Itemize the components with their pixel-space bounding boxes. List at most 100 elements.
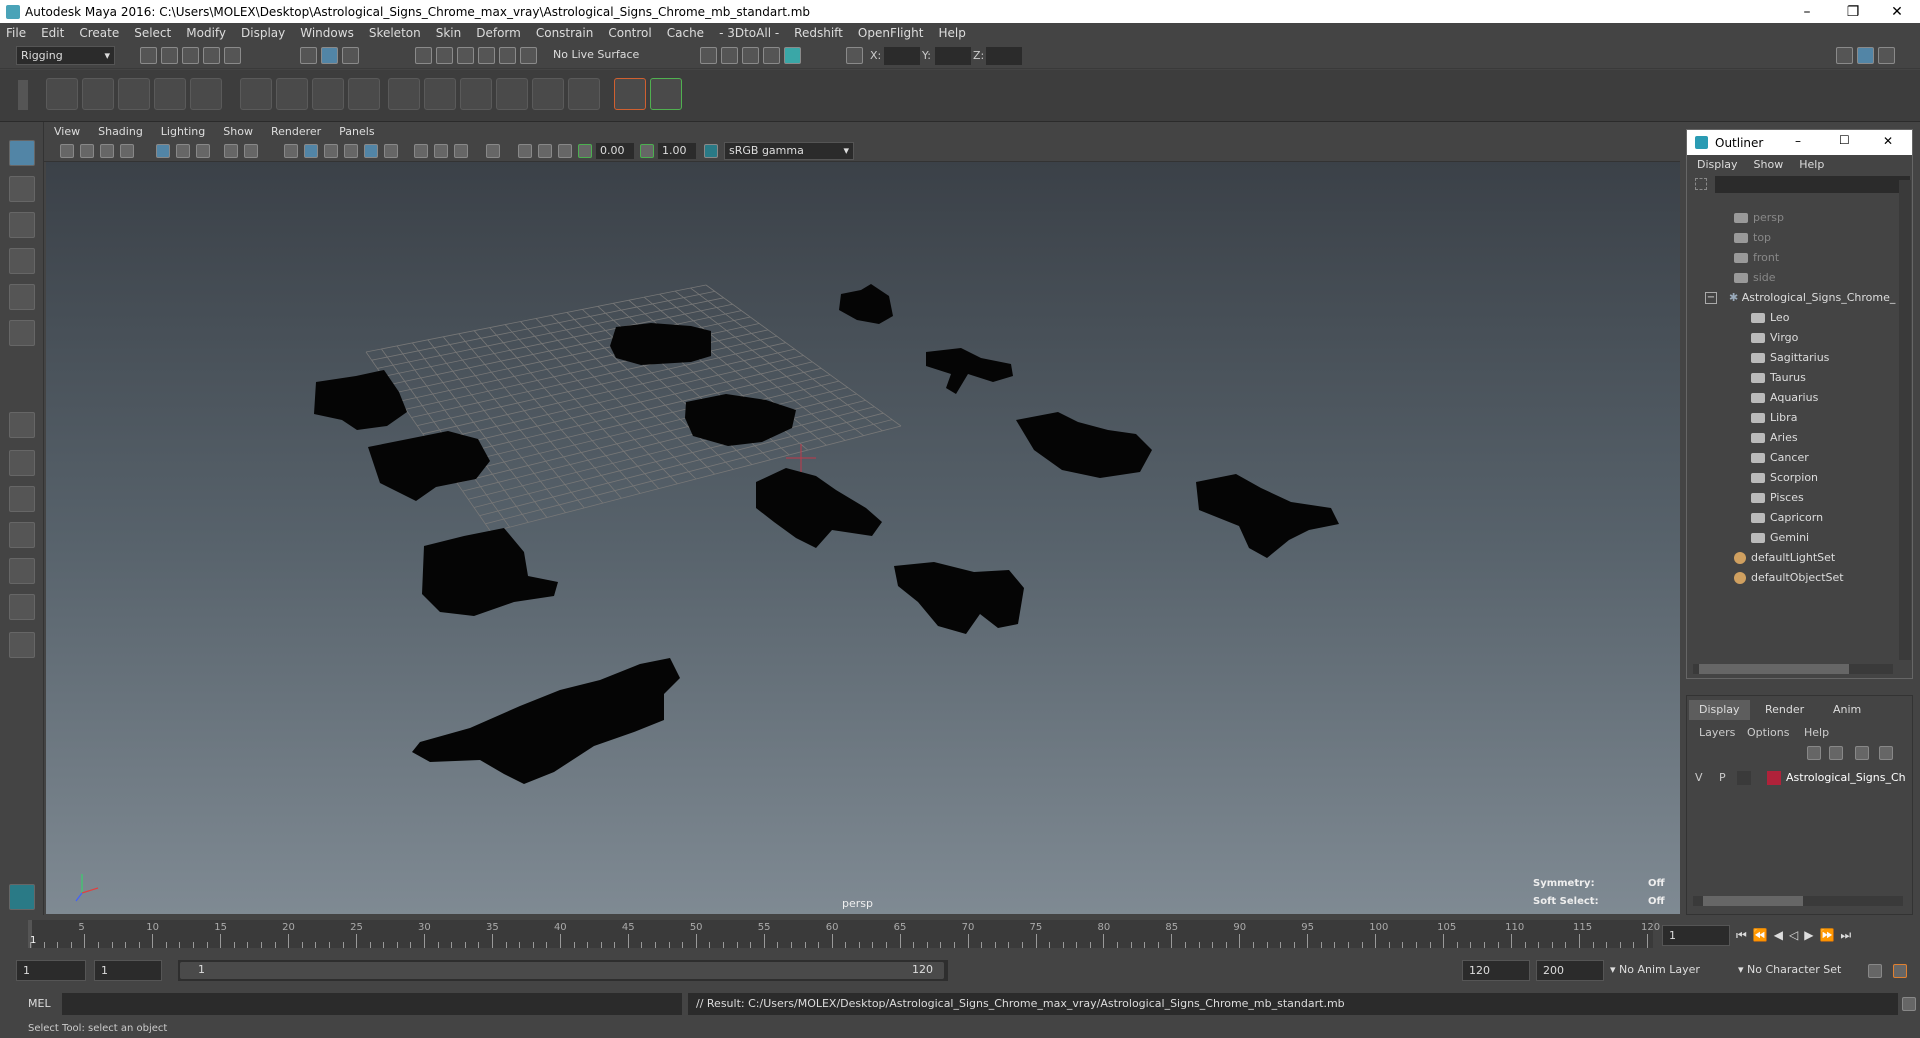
- menu-display[interactable]: Display: [241, 26, 285, 40]
- outliner-menu-show[interactable]: Show: [1754, 158, 1784, 171]
- snap-view-icon[interactable]: [478, 47, 495, 64]
- move-tool-icon[interactable]: [9, 248, 35, 274]
- exposure-field[interactable]: 0.00: [596, 143, 634, 159]
- locator-icon[interactable]: [614, 78, 646, 110]
- layer-tab-display[interactable]: Display: [1689, 700, 1750, 720]
- lattice-icon[interactable]: [312, 78, 344, 110]
- character-set-dropdown[interactable]: ▾ No Character Set: [1738, 963, 1841, 976]
- menu-control[interactable]: Control: [608, 26, 651, 40]
- auto-key-icon[interactable]: [1868, 964, 1882, 978]
- panel-menu-show[interactable]: Show: [223, 125, 253, 138]
- bookmark-icon[interactable]: [100, 144, 114, 158]
- outliner-item-libra[interactable]: Libra: [1751, 408, 1797, 428]
- snap-point-icon[interactable]: [457, 47, 474, 64]
- select-object-icon[interactable]: [321, 47, 338, 64]
- range-slider[interactable]: 1 120: [178, 960, 948, 981]
- y-field[interactable]: [935, 47, 971, 65]
- snap-vertex-icon[interactable]: [520, 47, 537, 64]
- menu-redshift[interactable]: Redshift: [794, 26, 843, 40]
- outliner-item-pisces[interactable]: Pisces: [1751, 488, 1804, 508]
- isolate-select-icon[interactable]: [454, 144, 468, 158]
- layer-horizontal-scrollbar[interactable]: [1693, 896, 1903, 906]
- panel-menu-panels[interactable]: Panels: [339, 125, 374, 138]
- xray-icon[interactable]: [414, 144, 428, 158]
- outliner-item-aries[interactable]: Aries: [1751, 428, 1798, 448]
- image-plane-icon[interactable]: [120, 144, 134, 158]
- command-input[interactable]: [62, 993, 682, 1015]
- panel-menu-shading[interactable]: Shading: [98, 125, 143, 138]
- viewport-persp[interactable]: persp Symmetry: Off Soft Select: Off: [46, 162, 1680, 914]
- close-button[interactable]: ✕: [1874, 0, 1920, 23]
- shadows-icon[interactable]: [364, 144, 378, 158]
- ipr-render-icon[interactable]: [742, 47, 759, 64]
- shelf-options-icon[interactable]: [18, 80, 28, 110]
- new-empty-layer-icon[interactable]: [1855, 746, 1869, 760]
- menu-modify[interactable]: Modify: [186, 26, 226, 40]
- outliner-maximize-button[interactable]: ☐: [1839, 133, 1850, 147]
- live-surface-label[interactable]: No Live Surface: [553, 48, 639, 61]
- exposure-icon[interactable]: [578, 144, 592, 158]
- step-back-key-icon[interactable]: ⏪: [1753, 928, 1774, 942]
- outliner-item-taurus[interactable]: Taurus: [1751, 368, 1806, 388]
- render-frame-icon[interactable]: [721, 47, 738, 64]
- play-forwards-icon[interactable]: ▶: [1804, 928, 1819, 942]
- menu-3dtoall[interactable]: - 3DtoAll -: [719, 26, 779, 40]
- outliner-scroll-thumb[interactable]: [1699, 664, 1849, 674]
- move-layer-down-icon[interactable]: [1829, 746, 1843, 760]
- snap-curve-icon[interactable]: [436, 47, 453, 64]
- preferences-icon[interactable]: [1893, 964, 1907, 978]
- anim-end-field[interactable]: 200: [1536, 960, 1604, 981]
- outliner-item-top[interactable]: top: [1734, 228, 1771, 248]
- anim-start-field[interactable]: 1: [94, 960, 162, 981]
- layer-name[interactable]: Astrological_Signs_Ch: [1786, 771, 1906, 784]
- hypershade-layout-icon[interactable]: [9, 594, 35, 620]
- menu-edit[interactable]: Edit: [41, 26, 64, 40]
- snap-surface-icon[interactable]: [499, 47, 516, 64]
- channel-box-icon[interactable]: [1878, 47, 1895, 64]
- redo-icon[interactable]: [224, 47, 241, 64]
- paint-weights-icon[interactable]: [240, 78, 272, 110]
- layer-display-type[interactable]: [1737, 771, 1751, 785]
- menu-skeleton[interactable]: Skeleton: [369, 26, 421, 40]
- outliner-item-front[interactable]: front: [1734, 248, 1779, 268]
- textured-icon[interactable]: [344, 144, 358, 158]
- outliner-minimize-button[interactable]: –: [1795, 134, 1801, 148]
- undo-icon[interactable]: [203, 47, 220, 64]
- z-field[interactable]: [986, 47, 1022, 65]
- script-language-toggle[interactable]: MEL: [28, 997, 51, 1010]
- start-time-field[interactable]: 1: [16, 960, 86, 981]
- outliner-item-default-object-set[interactable]: defaultObjectSet: [1734, 568, 1844, 588]
- sculpt-deformer-icon[interactable]: [276, 78, 308, 110]
- script-editor-icon[interactable]: [1902, 997, 1916, 1011]
- outliner-item-aquarius[interactable]: Aquarius: [1751, 388, 1818, 408]
- outliner-search-input[interactable]: [1715, 176, 1910, 193]
- current-frame-field[interactable]: 1: [1662, 925, 1730, 946]
- outliner-menu-display[interactable]: Display: [1697, 158, 1738, 171]
- graph-layout-icon[interactable]: [9, 558, 35, 584]
- outliner-item-cancer[interactable]: Cancer: [1751, 448, 1809, 468]
- rotate-tool-icon[interactable]: [9, 284, 35, 310]
- layer-color-swatch[interactable]: [1767, 771, 1781, 785]
- range-slider-handle[interactable]: [180, 962, 944, 979]
- open-scene-icon[interactable]: [161, 47, 178, 64]
- twist-deformer-icon[interactable]: [460, 78, 492, 110]
- layer-tab-render[interactable]: Render: [1755, 700, 1814, 720]
- play-backwards-icon[interactable]: ◁: [1789, 928, 1804, 942]
- camera-attributes-icon[interactable]: [80, 144, 94, 158]
- layer-tab-anim[interactable]: Anim: [1823, 700, 1871, 720]
- hud-icon[interactable]: [486, 144, 500, 158]
- antialias-icon[interactable]: [538, 144, 552, 158]
- gamma-field[interactable]: 1.00: [658, 143, 696, 159]
- menu-skin[interactable]: Skin: [436, 26, 462, 40]
- move-layer-up-icon[interactable]: [1807, 746, 1821, 760]
- wire-deformer-icon[interactable]: [388, 78, 420, 110]
- outliner-item-leo[interactable]: Leo: [1751, 308, 1789, 328]
- ik-spline-icon[interactable]: [118, 78, 150, 110]
- gate-mask-icon[interactable]: [224, 144, 238, 158]
- minimize-button[interactable]: –: [1784, 0, 1830, 23]
- menu-openflight[interactable]: OpenFlight: [858, 26, 924, 40]
- paint-select-icon[interactable]: [9, 212, 35, 238]
- select-component-icon[interactable]: [342, 47, 359, 64]
- motion-blur-icon[interactable]: [518, 144, 532, 158]
- filter-icon[interactable]: [1695, 178, 1707, 190]
